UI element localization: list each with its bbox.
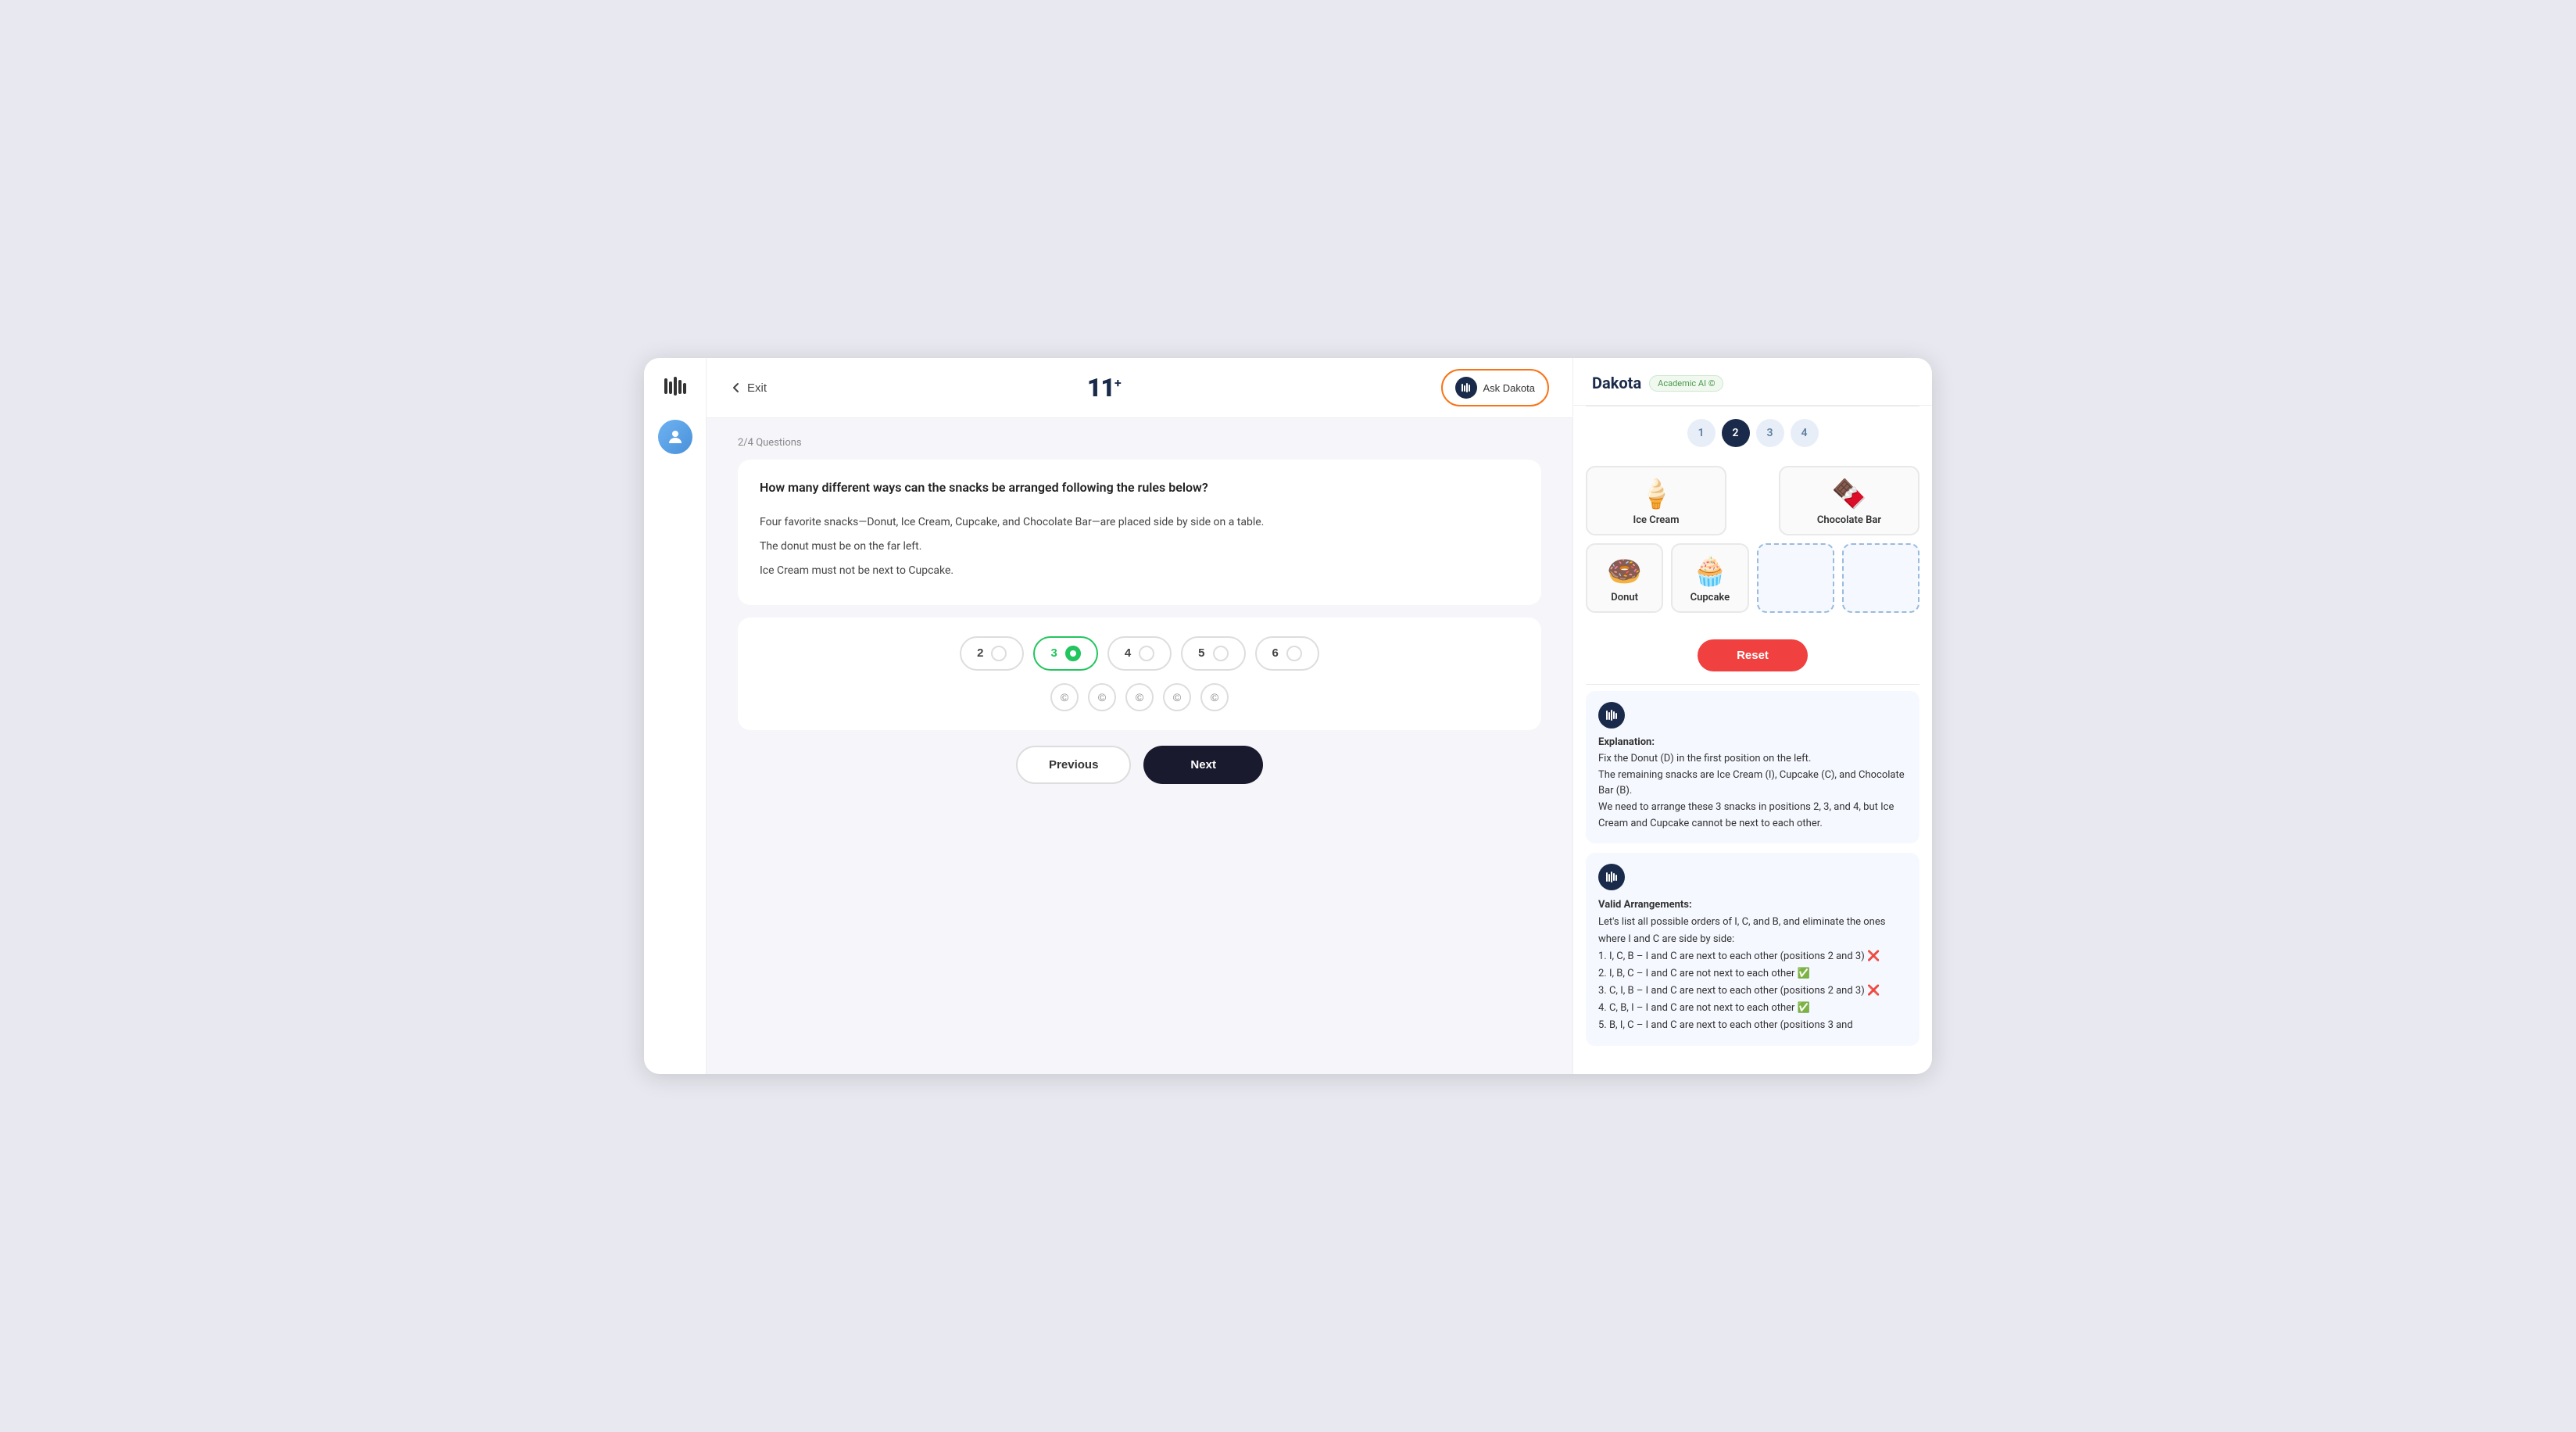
arrangement-2: 2. I, B, C – I and C are not next to eac…	[1598, 968, 1810, 979]
help-btn-5[interactable]: ©	[1200, 683, 1229, 711]
valid-arrangements-title: Valid Arrangements:	[1598, 899, 1692, 911]
ask-dakota-button[interactable]: Ask Dakota	[1441, 369, 1549, 406]
next-button[interactable]: Next	[1143, 746, 1263, 784]
snack-slot-3[interactable]	[1757, 543, 1834, 613]
step-dot-4[interactable]: 4	[1791, 419, 1819, 447]
answer-value-2: 2	[977, 646, 983, 660]
nav-buttons: Previous Next	[738, 746, 1541, 784]
help-row: © © © © ©	[760, 683, 1519, 711]
question-body-line-2: The donut must be on the far left.	[760, 537, 1519, 557]
academic-ai-label: Academic AI ©	[1658, 378, 1715, 388]
step-indicators: 1 2 3 4	[1573, 406, 1932, 460]
explanation-card: Explanation: Fix the Donut (D) in the fi…	[1586, 691, 1919, 843]
header: Exit 11+ Ask Dakota	[707, 358, 1572, 418]
question-card: How many different ways can the snacks b…	[738, 460, 1541, 605]
question-progress: 2/4 Questions	[738, 437, 1541, 449]
answer-option-6[interactable]: 6	[1255, 636, 1319, 671]
donut-label: Donut	[1611, 592, 1638, 603]
snack-bottom-row: 🍩 Donut 🧁 Cupcake	[1586, 543, 1919, 613]
answer-option-4[interactable]: 4	[1107, 636, 1172, 671]
academic-ai-badge: Academic AI ©	[1649, 375, 1723, 392]
question-body-line-1: Four favorite snacks—Donut, Ice Cream, C…	[760, 513, 1519, 532]
main-content: Exit 11+ Ask Dakota 2/4 Questions	[707, 358, 1572, 1074]
radio-5	[1213, 646, 1229, 661]
radio-2	[991, 646, 1007, 661]
chocolate-bar-label: Chocolate Bar	[1817, 514, 1881, 526]
arrangements-text: Valid Arrangements: Let's list all possi…	[1598, 897, 1907, 1035]
valid-arrangements-card: Valid Arrangements: Let's list all possi…	[1586, 853, 1919, 1046]
snack-card-ice-cream: 🍦 Ice Cream	[1586, 466, 1726, 535]
question-body-line-3: Ice Cream must not be next to Cupcake.	[760, 561, 1519, 581]
exit-label: Exit	[747, 381, 767, 395]
back-arrow-icon	[730, 381, 742, 394]
question-body: Four favorite snacks—Donut, Ice Cream, C…	[760, 513, 1519, 582]
help-btn-3[interactable]: ©	[1125, 683, 1154, 711]
snack-card-cupcake: 🧁 Cupcake	[1671, 543, 1748, 613]
cupcake-emoji: 🧁	[1692, 557, 1727, 585]
radio-3	[1065, 646, 1081, 661]
ice-cream-label: Ice Cream	[1633, 514, 1680, 526]
answer-value-6: 6	[1272, 646, 1279, 660]
answer-option-2[interactable]: 2	[960, 636, 1024, 671]
help-btn-4[interactable]: ©	[1163, 683, 1191, 711]
sidebar-logo-icon	[663, 374, 688, 404]
explanation-title: Explanation:	[1598, 736, 1655, 748]
question-title: How many different ways can the snacks b…	[760, 478, 1519, 497]
answer-option-3[interactable]: 3	[1033, 636, 1097, 671]
arrangement-1: 1. I, C, B – I and C are next to each ot…	[1598, 950, 1880, 962]
app-logo: 11+	[1087, 373, 1121, 403]
donut-emoji: 🍩	[1607, 557, 1642, 585]
sidebar	[644, 358, 707, 1074]
step-dot-3[interactable]: 3	[1756, 419, 1784, 447]
explanation-text: Explanation: Fix the Donut (D) in the fi…	[1598, 735, 1907, 832]
previous-button[interactable]: Previous	[1016, 746, 1131, 784]
snack-top-row: 🍦 Ice Cream 🍫 Chocolate Bar	[1586, 466, 1919, 535]
ice-cream-emoji: 🍦	[1639, 480, 1674, 508]
snack-card-donut: 🍩 Donut	[1586, 543, 1663, 613]
arrangements-intro: Let's list all possible orders of I, C, …	[1598, 916, 1885, 945]
answer-value-5: 5	[1198, 646, 1204, 660]
dakota-name: Dakota	[1592, 374, 1641, 392]
right-panel-header: Dakota Academic AI ©	[1573, 358, 1932, 406]
arrangement-4: 4. C, B, I – I and C are not next to eac…	[1598, 1002, 1810, 1014]
snack-display: 🍦 Ice Cream 🍫 Chocolate Bar 🍩 Donut 🧁 Cu…	[1573, 460, 1932, 633]
dakota-icon-header	[1455, 377, 1477, 399]
dakota-icon-arrangements	[1598, 864, 1625, 890]
answer-option-5[interactable]: 5	[1181, 636, 1245, 671]
answer-options: 2 3 4 5	[760, 636, 1519, 671]
help-btn-1[interactable]: ©	[1050, 683, 1079, 711]
reset-button[interactable]: Reset	[1698, 639, 1808, 671]
right-panel: Dakota Academic AI © 1 2 3 4 🍦	[1572, 358, 1932, 1074]
answer-card: 2 3 4 5	[738, 618, 1541, 730]
step-dot-1[interactable]: 1	[1687, 419, 1716, 447]
snack-card-chocolate-bar: 🍫 Chocolate Bar	[1779, 466, 1919, 535]
ask-dakota-label: Ask Dakota	[1483, 382, 1535, 394]
explanation-section: Explanation: Fix the Donut (D) in the fi…	[1573, 685, 1932, 1058]
step-dot-2[interactable]: 2	[1722, 419, 1750, 447]
chocolate-bar-emoji: 🍫	[1832, 480, 1867, 508]
explanation-header	[1598, 702, 1907, 729]
app-container: Exit 11+ Ask Dakota 2/4 Questions	[644, 358, 1932, 1074]
radio-6	[1286, 646, 1302, 661]
radio-4	[1139, 646, 1154, 661]
reset-container: Reset	[1573, 633, 1932, 684]
dakota-icon-explanation	[1598, 702, 1625, 729]
arrangement-5: 5. B, I, C – I and C are next to each ot…	[1598, 1019, 1853, 1031]
exit-button[interactable]: Exit	[730, 381, 767, 395]
cupcake-label: Cupcake	[1690, 592, 1730, 603]
question-area: 2/4 Questions How many different ways ca…	[707, 418, 1572, 1074]
arrangement-3: 3. C, I, B – I and C are next to each ot…	[1598, 985, 1880, 997]
help-btn-2[interactable]: ©	[1088, 683, 1116, 711]
answer-value-3: 3	[1050, 646, 1057, 660]
valid-arrangements-header	[1598, 864, 1907, 890]
sidebar-avatar	[658, 420, 692, 454]
answer-value-4: 4	[1125, 646, 1131, 660]
snack-slot-4[interactable]	[1842, 543, 1919, 613]
